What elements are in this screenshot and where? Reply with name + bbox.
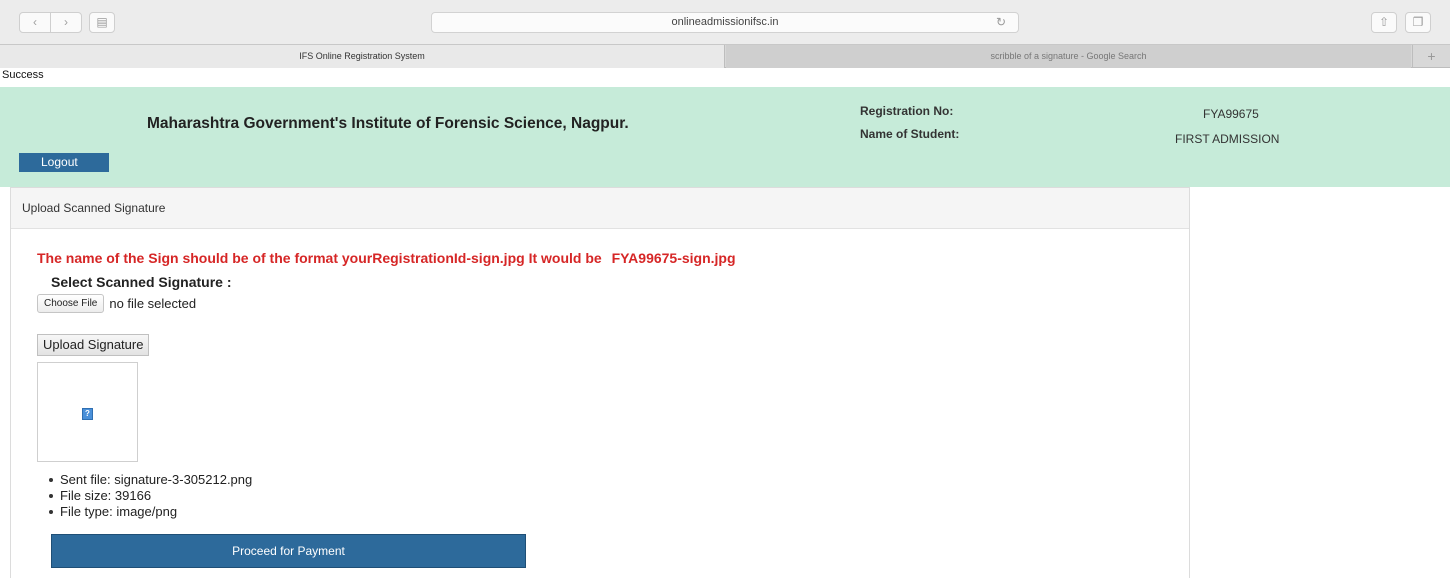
student-name-label: Name of Student:: [860, 127, 960, 141]
student-name-value: FIRST ADMISSION: [1175, 132, 1280, 146]
file-input: Choose File no file selected: [37, 294, 196, 313]
tabs-overview-icon[interactable]: ❐: [1405, 12, 1431, 33]
history-navigation: ‹ ›: [19, 12, 82, 33]
tab-google-search[interactable]: scribble of a signature - Google Search: [726, 45, 1411, 68]
back-icon[interactable]: ‹: [20, 13, 51, 32]
reload-icon[interactable]: ↻: [996, 13, 1006, 32]
institute-title: Maharashtra Government's Institute of Fo…: [147, 115, 629, 132]
registration-label: Registration No:: [860, 104, 954, 118]
new-tab-button[interactable]: +: [1412, 45, 1450, 68]
sidebar-icon[interactable]: ▤: [89, 12, 115, 33]
site-header: Maharashtra Government's Institute of Fo…: [0, 87, 1450, 187]
browser-toolbar: ‹ › ▤ onlineadmissionifsc.in ↻ ⇧ ❐: [0, 0, 1450, 44]
example-filename: FYA99675-sign.jpg: [611, 250, 736, 266]
select-signature-label: Select Scanned Signature :: [51, 274, 232, 290]
list-item: Sent file: signature-3-305212.png: [49, 472, 252, 488]
logout-button[interactable]: Logout: [19, 153, 109, 172]
filename-instruction: The name of the Sign should be of the fo…: [37, 250, 736, 266]
list-item: File type: image/png: [49, 504, 252, 520]
file-status: no file selected: [109, 296, 197, 311]
proceed-payment-button[interactable]: Proceed for Payment: [51, 534, 526, 568]
signature-preview: ?: [37, 362, 138, 462]
choose-file-button[interactable]: Choose File: [37, 294, 105, 313]
tab-ifs-registration[interactable]: IFS Online Registration System: [0, 45, 725, 68]
address-bar[interactable]: onlineadmissionifsc.in ↻: [431, 12, 1019, 33]
share-icon[interactable]: ⇧: [1371, 12, 1397, 33]
tab-bar: IFS Online Registration System scribble …: [0, 44, 1450, 68]
broken-image-icon: ?: [82, 408, 93, 420]
status-message: Success: [2, 69, 44, 81]
forward-icon[interactable]: ›: [51, 13, 81, 32]
instruction-text: The name of the Sign should be of the fo…: [37, 250, 602, 266]
upload-signature-button[interactable]: Upload Signature: [37, 334, 150, 356]
upload-signature-panel: Upload Scanned Signature The name of the…: [10, 187, 1190, 578]
file-info-list: Sent file: signature-3-305212.png File s…: [49, 472, 252, 520]
list-item: File size: 39166: [49, 488, 252, 504]
url-text: onlineadmissionifsc.in: [671, 16, 779, 28]
registration-value: FYA99675: [1203, 107, 1259, 121]
panel-title: Upload Scanned Signature: [11, 188, 1189, 229]
